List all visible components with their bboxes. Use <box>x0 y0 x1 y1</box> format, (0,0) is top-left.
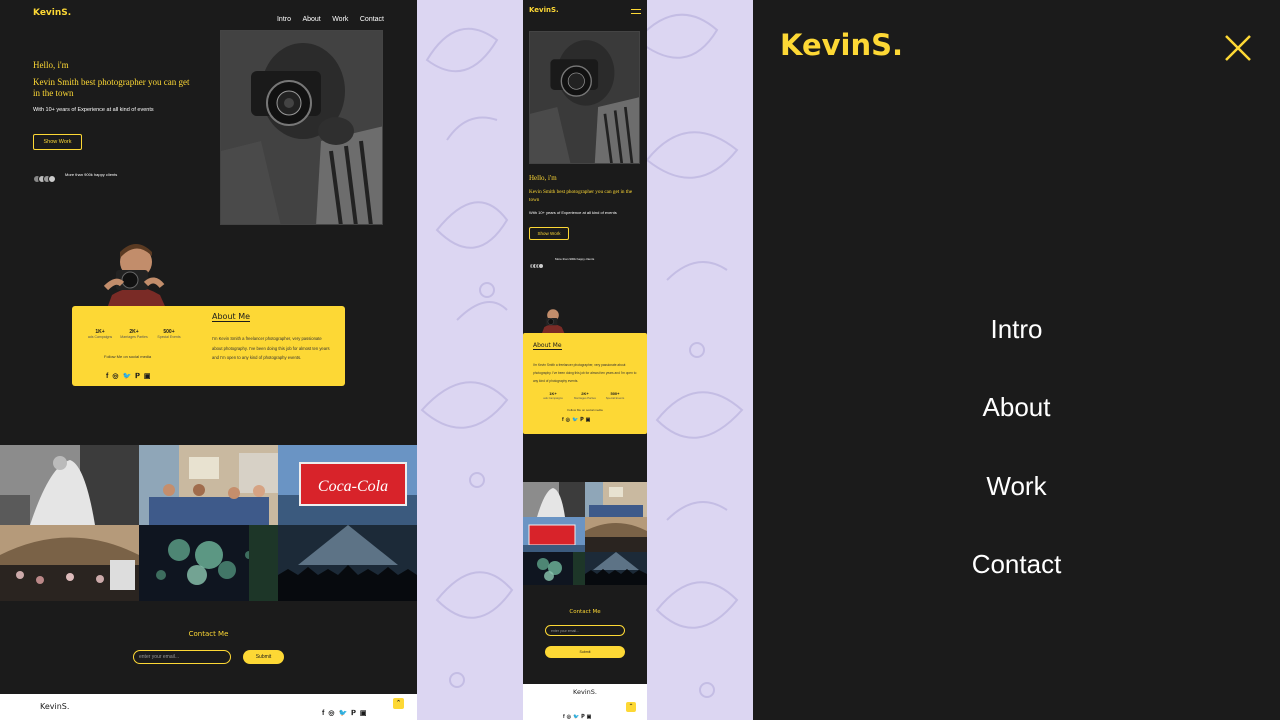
mobile-gallery-concert[interactable] <box>585 552 647 585</box>
twitter-icon[interactable]: 🐦 <box>122 372 131 380</box>
facebook-icon[interactable]: f <box>106 373 108 380</box>
mobile-show-work-button[interactable]: Show Work <box>529 227 569 240</box>
submit-button[interactable]: Submit <box>243 650 284 664</box>
nav-intro[interactable]: Intro <box>277 16 291 23</box>
contact-title: Contact Me <box>188 630 229 638</box>
behance-icon[interactable]: ▣ <box>587 714 592 720</box>
behance-icon[interactable]: ▣ <box>144 372 151 380</box>
mobile-submit-button[interactable]: Submit <box>545 646 625 658</box>
hero-photo <box>220 30 383 225</box>
email-input[interactable]: enter your email... <box>133 650 231 664</box>
behance-icon[interactable]: ▣ <box>586 417 591 423</box>
mobile-hero-experience: With 10+ years of Experience at all kind… <box>529 210 617 215</box>
menu-item-intro[interactable]: Intro <box>753 314 1280 345</box>
nav-about[interactable]: About <box>302 16 320 23</box>
about-text: I'm Kevin Smith a freelancer photographe… <box>212 336 330 360</box>
instagram-icon[interactable]: ◎ <box>567 714 571 720</box>
cocacola-sign-text: Coca-Cola <box>318 478 388 495</box>
mobile-scroll-top-button[interactable]: ⌃ <box>626 702 636 712</box>
chevron-up-icon: ⌃ <box>628 704 634 710</box>
mobile-gallery-meeting[interactable] <box>585 482 647 517</box>
mobile-about-title: About Me <box>533 342 562 350</box>
about-socials: f ◎ 🐦 𝐏 ▣ <box>104 365 153 383</box>
mobile-follow-text: Follow Me on social media <box>567 408 603 412</box>
hamburger-icon[interactable] <box>631 9 641 14</box>
show-work-button[interactable]: Show Work <box>33 134 82 150</box>
twitter-icon[interactable]: 🐦 <box>338 709 347 717</box>
behance-icon[interactable]: ▣ <box>360 709 367 717</box>
twitter-icon[interactable]: 🐦 <box>572 417 578 423</box>
mobile-hero-greeting: Hello, i'm <box>529 174 557 182</box>
instagram-icon[interactable]: ◎ <box>566 417 570 423</box>
mobile-gallery-cocacola[interactable] <box>523 517 585 552</box>
brand-logo[interactable]: KevinS. <box>33 8 71 18</box>
hero-experience: With 10+ years of Experience at all kind… <box>33 107 154 113</box>
mobile-stat-campaigns: 1K+ ads Campaigns <box>543 391 563 400</box>
menu-item-about[interactable]: About <box>753 392 1280 423</box>
mobile-view: KevinS. Hello, i'm Kevin Smith best phot… <box>523 0 647 720</box>
pinterest-icon[interactable]: 𝐏 <box>135 373 140 381</box>
instagram-icon[interactable]: ◎ <box>112 372 118 380</box>
follow-text: Follow Me on social media <box>104 354 152 359</box>
scroll-top-button[interactable]: ⌃ <box>393 698 404 709</box>
mobile-clients-text: More than 900k happy clients <box>555 257 595 261</box>
menu-item-contact[interactable]: Contact <box>753 549 1280 580</box>
close-icon[interactable] <box>1223 33 1253 63</box>
pinterest-icon[interactable]: 𝐏 <box>581 714 584 720</box>
mobile-footer-brand[interactable]: KevinS. <box>523 688 647 696</box>
hero-headline: Kevin Smith best photographer you can ge… <box>33 77 190 98</box>
mobile-hero-headline: Kevin Smith best photographer you can ge… <box>529 189 633 203</box>
mobile-hero-photo <box>529 31 640 164</box>
facebook-icon[interactable]: f <box>563 714 565 720</box>
instagram-icon[interactable]: ◎ <box>328 709 334 717</box>
mobile-footer: KevinS. f ◎ 🐦 𝐏 ▣ ⌃ <box>523 684 647 720</box>
mobile-gallery-hall[interactable] <box>585 517 647 552</box>
menu-overlay: KevinS. Intro About Work Contact <box>753 0 1280 720</box>
gallery-concert[interactable] <box>278 525 417 601</box>
stat-events: 500+ Special Events <box>157 329 181 339</box>
mobile-contact-title: Contact Me <box>569 609 601 615</box>
mobile-about-text: I'm Kevin Smith a freelancer photographe… <box>533 363 637 383</box>
mobile-footer-socials: f ◎ 🐦 𝐏 ▣ <box>562 705 592 720</box>
footer-brand[interactable]: KevinS. <box>40 702 69 711</box>
mobile-stat-marriages: 2K+ Marriages Parties <box>574 391 596 400</box>
top-nav: Intro About Work Contact <box>270 8 384 26</box>
twitter-icon[interactable]: 🐦 <box>573 714 579 720</box>
mobile-stat-events: 500+ Special Events <box>605 391 625 400</box>
mobile-gallery-wedding[interactable] <box>523 482 585 517</box>
menu-item-work[interactable]: Work <box>753 471 1280 502</box>
gallery-meeting[interactable] <box>139 445 278 525</box>
mobile-about-card: About Me I'm Kevin Smith a freelancer ph… <box>523 333 647 434</box>
mobile-brand-logo[interactable]: KevinS. <box>529 6 559 14</box>
footer-socials: f ◎ 🐦 𝐏 ▣ <box>320 702 369 720</box>
about-card: 1K+ ads Campaigns 2K+ Marriages Parties 50… <box>72 306 345 386</box>
stat-campaigns: 1K+ ads Campaigns <box>87 329 113 339</box>
stat-marriages: 2K+ Marriages Parties <box>120 329 148 339</box>
pinterest-icon[interactable]: 𝐏 <box>351 710 356 718</box>
client-avatars <box>33 170 56 183</box>
gallery-wedding[interactable] <box>0 445 139 525</box>
nav-contact[interactable]: Contact <box>360 16 384 23</box>
mobile-client-avatars <box>529 256 544 274</box>
nav-work[interactable]: Work <box>332 16 348 23</box>
menu-brand-logo[interactable]: KevinS. <box>780 28 903 62</box>
gallery-hall[interactable] <box>0 525 139 601</box>
about-title: About Me <box>212 312 251 322</box>
facebook-icon[interactable]: f <box>562 417 564 423</box>
gallery-cocacola[interactable]: Coca-Cola <box>278 445 417 525</box>
mobile-about-socials: f ◎ 🐦 𝐏 ▣ <box>561 417 591 423</box>
clients-text: More than 900k happy clients <box>65 172 118 177</box>
desktop-view: KevinS. Intro About Work Contact Hello, … <box>0 0 417 720</box>
footer: KevinS. f ◎ 🐦 𝐏 ▣ ⌃ <box>0 694 417 720</box>
gallery-bubbles[interactable] <box>139 525 278 601</box>
chevron-up-icon: ⌃ <box>395 700 402 707</box>
facebook-icon[interactable]: f <box>322 710 324 717</box>
mobile-email-input[interactable]: enter your email... <box>545 625 625 636</box>
pinterest-icon[interactable]: 𝐏 <box>580 417 583 423</box>
hero-greeting: Hello, i'm <box>33 60 69 70</box>
mobile-gallery-bubbles[interactable] <box>523 552 585 585</box>
